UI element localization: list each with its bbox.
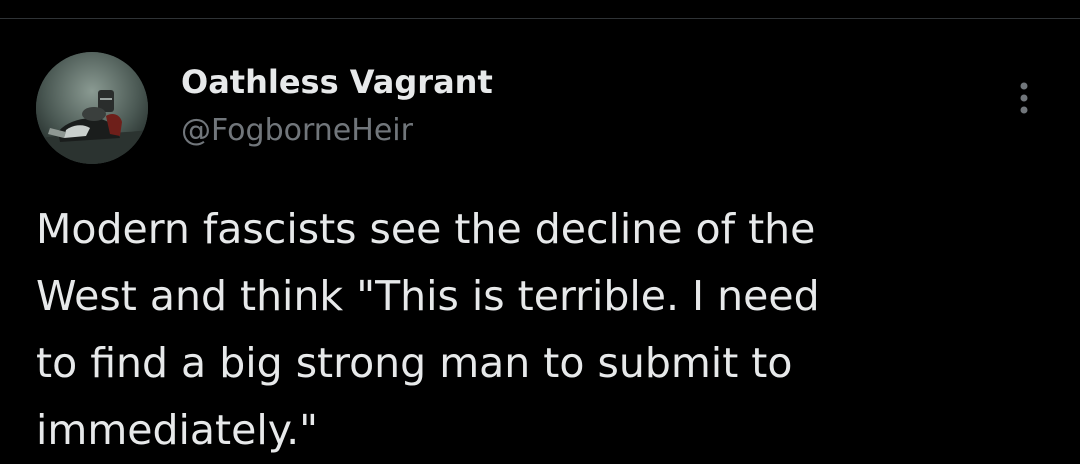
tweet-text: Modern fascists see the decline of the W…	[36, 205, 820, 454]
more-options-button[interactable]	[1002, 74, 1046, 122]
more-vertical-icon	[1020, 82, 1028, 114]
top-divider	[0, 18, 1080, 19]
armored-knight-avatar-icon	[36, 52, 148, 164]
author-handle[interactable]: @FogborneHeir	[181, 109, 413, 153]
avatar[interactable]	[36, 52, 148, 164]
author-display-name[interactable]: Oathless Vagrant	[181, 60, 493, 104]
